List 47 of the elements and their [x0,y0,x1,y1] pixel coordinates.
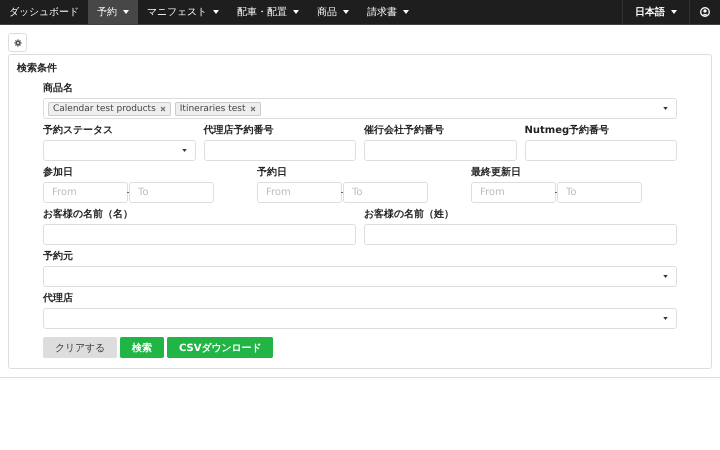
dropdown-field[interactable] [43,266,677,287]
selected-tag: Itineraries test [174,102,260,116]
field-label: 予約日 [257,167,288,179]
field-label: 商品名 [43,83,74,95]
text-field[interactable] [43,224,356,245]
text-field[interactable] [364,224,677,245]
nav-menu-item[interactable]: ダッシュボード [0,0,88,24]
field-label: お客様の名前（姓） [364,209,455,221]
nav-menu-item[interactable]: 商品 [308,0,358,24]
date-from-field[interactable]: From [43,182,128,203]
text-field[interactable] [524,140,677,161]
caret-icon [663,317,668,320]
remove-icon[interactable] [160,106,166,112]
user-icon [700,7,710,17]
date-from-field[interactable]: From [471,182,556,203]
date-to-field[interactable]: To [129,182,214,203]
date-to-field[interactable]: To [557,182,642,203]
text-field[interactable] [364,140,516,161]
language-menu[interactable]: 日本語 [622,0,689,24]
field-label: 催行会社予約番号 [364,125,445,137]
action-button[interactable]: クリアする [43,337,117,358]
dropdown-field[interactable] [43,308,677,329]
date-from-field[interactable]: From [257,182,342,203]
field-label: お客様の名前（名） [43,209,134,221]
panel-title: 検索条件 [17,62,58,75]
nav-menu-item[interactable]: 配車・配置 [228,0,308,24]
settings-button[interactable] [8,33,27,52]
settings-icon [14,38,22,46]
caret-icon [182,149,186,152]
remove-icon[interactable] [250,106,256,112]
caret-icon [663,275,668,278]
selected-tag: Calendar test products [48,102,171,116]
field-label: 予約元 [43,251,74,263]
nav-menu-item[interactable]: 予約 [88,0,138,24]
nav-menu-item[interactable]: マニフェスト [138,0,228,24]
field-label: Nutmeg予約番号 [524,125,610,137]
dropdown-field[interactable] [43,140,196,161]
date-to-field[interactable]: To [343,182,428,203]
caret-icon [663,107,668,110]
field-label: 代理店予約番号 [204,125,274,137]
multi-select-field[interactable]: Calendar test products Itineraries test [43,98,677,119]
text-field[interactable] [204,140,356,161]
nav-menu-item[interactable]: 請求書 [358,0,418,24]
field-label: 予約ステータス [43,125,114,137]
field-label: 最終更新日 [471,167,522,179]
field-label: 参加日 [43,167,74,179]
field-label: 代理店 [43,293,74,305]
